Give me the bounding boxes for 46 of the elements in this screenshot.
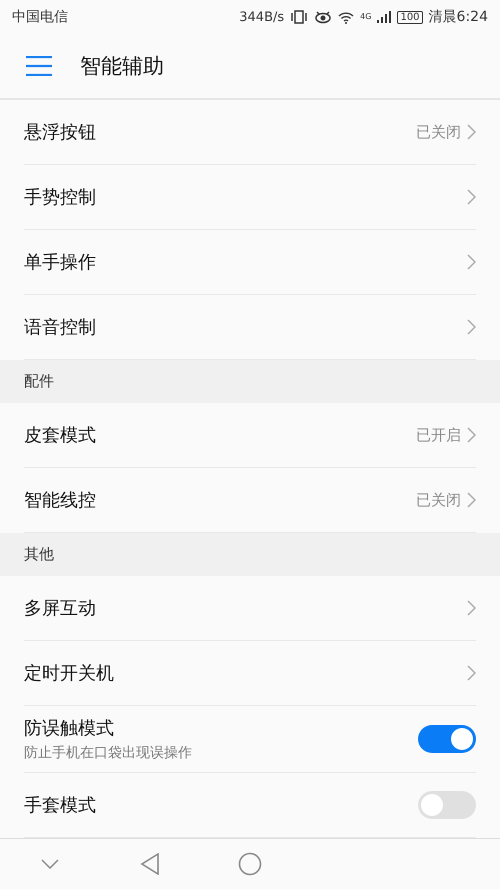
menu-icon[interactable] [26,56,52,76]
chevron-icon [467,254,476,270]
chevron-icon [467,427,476,443]
item-value: 已开启 [416,426,461,444]
toggle-switch[interactable] [418,725,476,753]
item-value: 已关闭 [416,490,461,510]
chevron-icon [467,319,476,335]
network-type: 4G [360,13,372,21]
settings-row[interactable]: 单手操作 [24,230,476,295]
vibrate-icon [290,10,308,24]
battery-level: 100 [397,10,423,24]
clock: 清晨6:24 [428,8,488,26]
home-icon[interactable] [238,852,262,876]
item-label: 智能线控 [24,489,96,512]
section-header: 配件 [0,360,500,403]
chevron-icon [467,492,476,508]
item-label: 手套模式 [24,794,96,817]
item-label: 防误触模式 [24,717,115,740]
item-label: 单手操作 [24,251,96,274]
section-header: 其他 [0,533,500,576]
chevron-icon [467,665,476,681]
back-icon[interactable] [140,853,160,875]
chevron-icon [467,600,476,616]
chevron-down-icon[interactable] [41,859,59,869]
item-label: 多屏互动 [24,597,96,620]
settings-row[interactable]: 悬浮按钮 已关闭 [24,100,476,165]
item-label: 定时开关机 [24,662,114,685]
item-description: 防止手机在口袋出现误操作 [24,744,192,762]
eye-icon [314,10,332,24]
wifi-icon [338,10,354,24]
signal-icon [377,11,392,23]
page-title: 智能辅助 [80,53,164,80]
toggle-switch[interactable] [418,791,476,819]
settings-row[interactable]: 皮套模式 已开启 [24,403,476,468]
item-label: 悬浮按钮 [24,121,96,144]
chevron-icon [467,124,476,140]
network-speed: 344B/s [239,10,284,24]
carrier-name: 中国电信 [12,8,68,26]
item-label: 皮套模式 [24,424,96,447]
item-label: 手势控制 [24,186,96,209]
settings-row[interactable]: 多屏互动 [24,576,476,641]
chevron-icon [467,189,476,205]
item-label: 语音控制 [24,316,96,339]
settings-row[interactable]: 手势控制 [24,165,476,230]
item-value: 已关闭 [416,122,461,142]
settings-row[interactable]: 定时开关机 [24,641,476,706]
